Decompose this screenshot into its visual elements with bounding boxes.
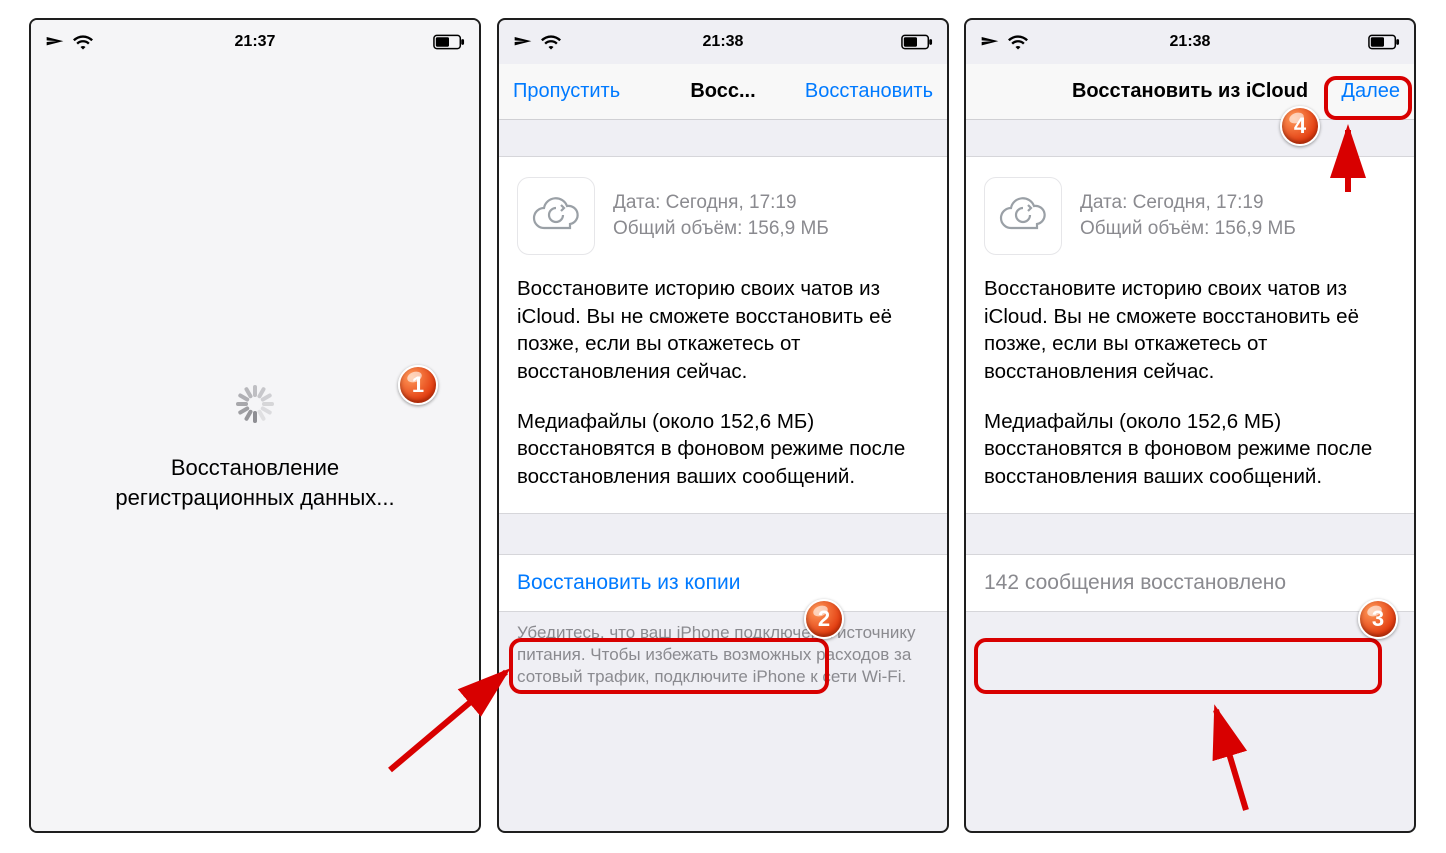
skip-button[interactable]: Пропустить: [513, 64, 620, 119]
callout-badge-3: 3: [1358, 599, 1398, 639]
backup-info-card: Дата: Сегодня, 17:19 Общий объём: 156,9 …: [966, 156, 1414, 514]
spinner-icon: [234, 383, 276, 425]
restore-from-backup-button[interactable]: Восстановить из копии: [499, 554, 947, 612]
status-bar: 21:38: [966, 20, 1414, 64]
callout-badge-1: 1: [398, 365, 438, 405]
backup-size: Общий объём: 156,9 МБ: [613, 216, 829, 242]
restore-status-text: 142 сообщения восстановлено: [984, 571, 1286, 594]
screen-restore-done: 21:38 Восстановить из iCloud Далее Дата:…: [964, 18, 1416, 833]
status-bar: 21:38: [499, 20, 947, 64]
restore-nav-button[interactable]: Восстановить: [805, 64, 933, 119]
wifi-power-note: Убедитесь, что ваш iPhone подключен к ис…: [499, 612, 947, 688]
icloud-backup-icon: [517, 177, 595, 255]
callout-badge-2: 2: [804, 599, 844, 639]
backup-info-card: Дата: Сегодня, 17:19 Общий объём: 156,9 …: [499, 156, 947, 514]
status-time: 21:38: [499, 33, 947, 51]
backup-size: Общий объём: 156,9 МБ: [1080, 216, 1296, 242]
status-time: 21:38: [966, 33, 1414, 51]
restore-description-2: Медиафайлы (около 152,6 МБ) восстановятс…: [517, 408, 929, 491]
nav-title: Восстановить из iCloud: [1072, 80, 1308, 103]
restore-description-1: Восстановите историю своих чатов из iClo…: [517, 275, 929, 386]
status-time: 21:37: [31, 33, 479, 51]
restore-status-row: 142 сообщения восстановлено: [966, 554, 1414, 612]
callout-badge-4: 4: [1280, 106, 1320, 146]
loading-panel: Восстановление регистрационных данных...: [31, 64, 479, 831]
backup-date: Дата: Сегодня, 17:19: [1080, 190, 1296, 216]
nav-title: Восс...: [690, 80, 755, 103]
restore-description-2: Медиафайлы (около 152,6 МБ) восстановятс…: [984, 408, 1396, 491]
nav-bar: Восстановить из iCloud Далее: [966, 64, 1414, 120]
status-bar: 21:37: [31, 20, 479, 64]
restore-from-backup-label: Восстановить из копии: [517, 571, 740, 594]
nav-bar: Пропустить Восс... Восстановить: [499, 64, 947, 120]
restore-description-1: Восстановите историю своих чатов из iClo…: [984, 275, 1396, 386]
screen-restore-prompt: 21:38 Пропустить Восс... Восстановить Да…: [497, 18, 949, 833]
backup-date: Дата: Сегодня, 17:19: [613, 190, 829, 216]
icloud-backup-icon: [984, 177, 1062, 255]
screen-loading: 21:37 Восстановление регистрационных дан…: [29, 18, 481, 833]
next-button[interactable]: Далее: [1341, 64, 1400, 119]
loading-text: Восстановление регистрационных данных...: [115, 453, 394, 512]
